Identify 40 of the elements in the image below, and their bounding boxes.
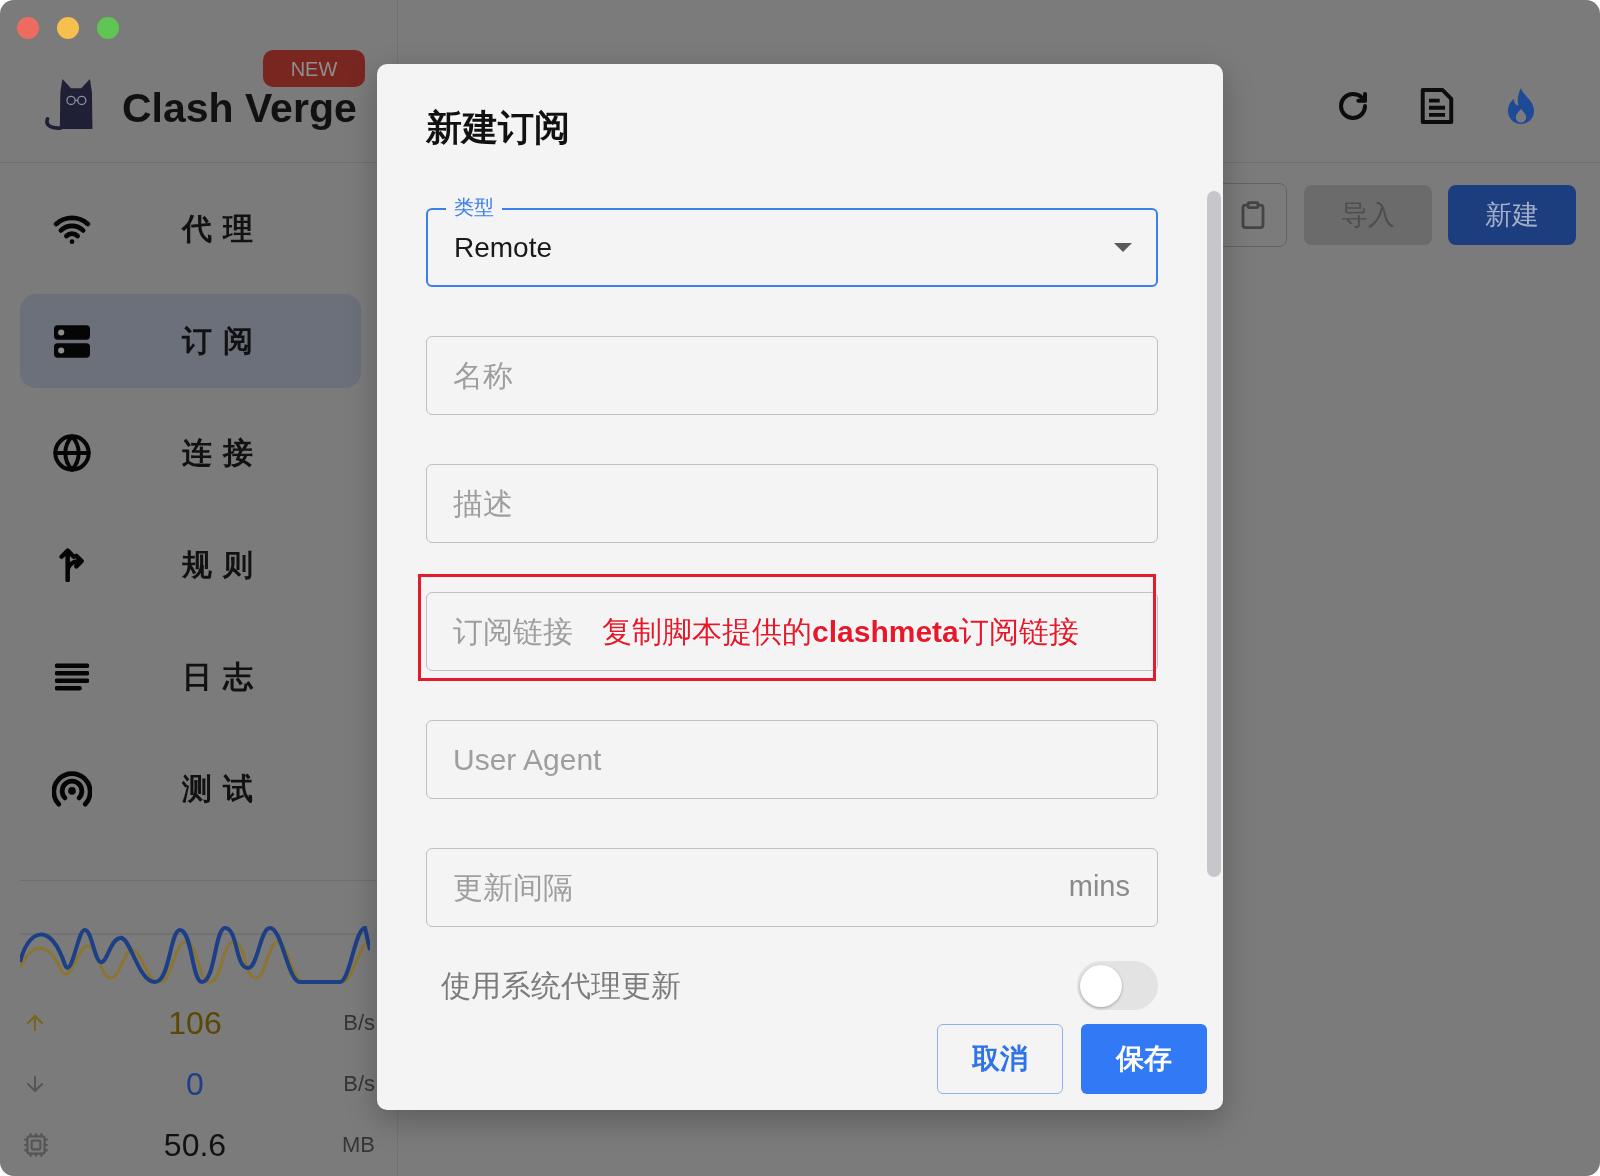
signal-rings-icon (52, 771, 92, 807)
field-label: 类型 (446, 197, 502, 217)
minimize-button[interactable] (57, 17, 79, 39)
unit-label: mins (1068, 872, 1130, 901)
new-badge: NEW (263, 50, 365, 87)
text-field[interactable]: User Agent (426, 720, 1158, 799)
annotation-text: 复制脚本提供的clashmeta订阅链接 (602, 614, 1079, 650)
switch-thumb (1080, 964, 1122, 1007)
switch-label: 使用系统代理更新 (441, 970, 681, 1001)
traffic-value: 0 (186, 1067, 204, 1100)
nav-item[interactable]: 测试 (20, 742, 361, 836)
nav-item[interactable]: 规则 (20, 518, 361, 612)
dialog-title: 新建订阅 (426, 110, 570, 146)
nav-item[interactable]: 代理 (20, 182, 361, 276)
document-icon[interactable] (1419, 88, 1455, 124)
refresh-icon[interactable] (1337, 90, 1369, 122)
scrollbar[interactable] (1207, 191, 1221, 877)
traffic-value: 106 (168, 1006, 222, 1039)
chip-icon (23, 1131, 49, 1158)
fork-arrow-icon (59, 548, 85, 582)
text-field[interactable]: 描述 (426, 464, 1158, 543)
text-field[interactable]: 名称 (426, 336, 1158, 415)
nav-item[interactable]: 订阅 (20, 294, 361, 388)
toggle-switch[interactable] (1077, 961, 1158, 1010)
globe-icon (52, 433, 92, 473)
server-icon (54, 324, 90, 358)
maximize-button[interactable] (97, 17, 119, 39)
traffic-unit: B/s (343, 1011, 375, 1034)
nav-item[interactable]: 日志 (20, 630, 361, 724)
new-button[interactable]: 新建 (1448, 185, 1576, 245)
traffic-value: 50.6 (163, 1128, 227, 1161)
traffic-unit: B/s (343, 1072, 375, 1095)
app-title: Clash Verge (122, 88, 357, 129)
close-button[interactable] (17, 17, 39, 39)
nav-item[interactable]: 连接 (20, 406, 361, 500)
caret-icon (1114, 243, 1132, 252)
cancel-button[interactable]: 取消 (937, 1024, 1063, 1094)
lines-icon (55, 663, 89, 691)
save-button[interactable]: 保存 (1081, 1024, 1207, 1094)
traffic-unit: MB (342, 1133, 375, 1156)
